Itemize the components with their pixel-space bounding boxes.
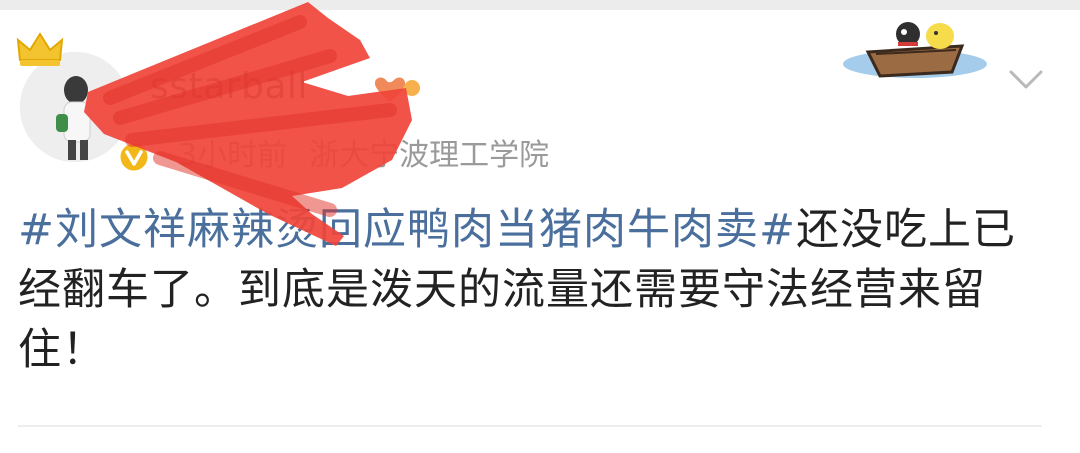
chevron-down-icon[interactable] — [1008, 68, 1044, 92]
post-source[interactable]: 浙大宁波理工学院 — [309, 138, 549, 173]
username[interactable]: sstarball — [150, 66, 308, 107]
post-content: #刘文祥麻辣烫回应鸭肉当猪肉牛肉卖#还没吃上已经翻车了。到底是泼天的流量还需要守… — [18, 200, 1058, 380]
verified-badge-icon — [117, 140, 151, 174]
crown-icon — [16, 32, 64, 66]
divider — [18, 425, 1042, 427]
post-meta: 3小时前 浙大宁波理工学院 — [178, 130, 549, 174]
member-heart-icon[interactable] — [372, 72, 426, 106]
hashtag-link[interactable]: #刘文祥麻辣烫回应鸭肉当猪肉牛肉卖# — [18, 205, 796, 255]
post-time: 3小时前 — [178, 138, 288, 173]
boat-sticker-icon — [843, 22, 987, 78]
avatar-group[interactable] — [16, 32, 151, 174]
